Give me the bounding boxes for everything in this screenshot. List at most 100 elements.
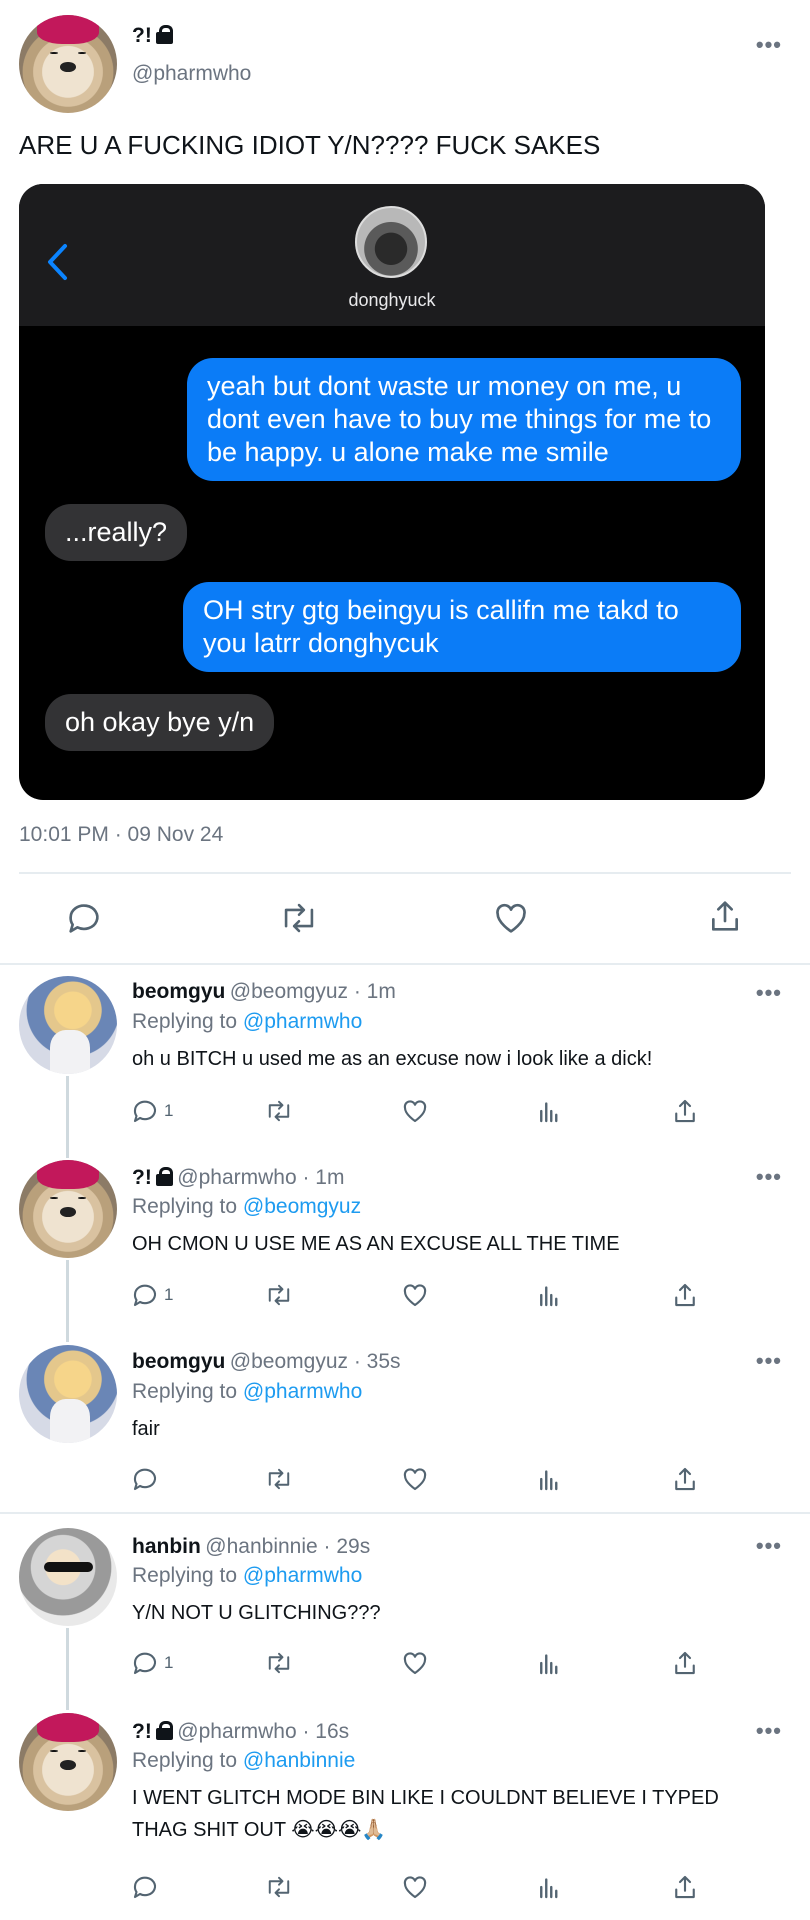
divider xyxy=(0,963,810,965)
reply-header: beomgyu @beomgyuz · 1m xyxy=(132,980,396,1004)
lock-icon xyxy=(155,1721,173,1740)
replying-to: Replying to @hanbinnie xyxy=(132,1749,355,1773)
analytics-icon[interactable] xyxy=(535,1462,565,1496)
replying-to-link[interactable]: @hanbinnie xyxy=(243,1749,355,1772)
thread-line xyxy=(66,1076,69,1158)
avatar[interactable] xyxy=(19,1160,117,1258)
reply-author-handle[interactable]: @pharmwho · 1m xyxy=(177,1166,344,1189)
heart-icon[interactable] xyxy=(400,1278,430,1312)
message-bubble-sent: yeah but dont waste ur money on me, u do… xyxy=(187,358,741,481)
more-options-icon[interactable]: ••• xyxy=(756,32,782,58)
reply-icon[interactable] xyxy=(130,1870,160,1904)
reply-text: OH CMON U USE ME AS AN EXCUSE ALL THE TI… xyxy=(132,1233,620,1255)
retweet-icon[interactable] xyxy=(264,1094,294,1128)
heart-icon[interactable] xyxy=(400,1870,430,1904)
replying-to-link[interactable]: @pharmwho xyxy=(243,1380,362,1403)
thread-line xyxy=(66,1260,69,1342)
divider xyxy=(0,1512,810,1514)
reply-author-name[interactable]: hanbin xyxy=(132,1535,201,1558)
reply-author-handle[interactable]: @hanbinnie · 29s xyxy=(205,1535,370,1558)
reply-icon[interactable]: 1 xyxy=(130,1278,173,1312)
contact-avatar xyxy=(355,206,427,278)
avatar[interactable] xyxy=(19,15,117,113)
more-options-icon[interactable]: ••• xyxy=(756,1348,782,1374)
replying-to: Replying to @beomgyuz xyxy=(132,1195,361,1219)
embedded-dm-screenshot[interactable]: donghyuck yeah but dont waste ur money o… xyxy=(19,184,765,800)
reply-text: fair xyxy=(132,1418,160,1440)
replying-to-link[interactable]: @pharmwho xyxy=(243,1564,362,1587)
heart-icon[interactable] xyxy=(400,1646,430,1680)
heart-icon[interactable] xyxy=(491,898,531,943)
avatar[interactable] xyxy=(19,1345,117,1443)
reply-author-name[interactable]: ?! xyxy=(132,1720,152,1743)
lock-icon xyxy=(155,1167,173,1186)
retweet-icon[interactable] xyxy=(264,1462,294,1496)
reply-icon[interactable] xyxy=(64,898,104,943)
heart-icon[interactable] xyxy=(400,1094,430,1128)
share-icon[interactable] xyxy=(670,1094,700,1128)
reply-actions-row: 1 xyxy=(130,1646,730,1686)
reply-text: I WENT GLITCH MODE BIN LIKE I COULDNT BE… xyxy=(132,1787,719,1841)
replying-to-prefix: Replying to xyxy=(132,1195,238,1218)
divider xyxy=(19,872,791,874)
dm-header: donghyuck xyxy=(19,184,765,326)
reply-author-name[interactable]: beomgyu xyxy=(132,980,225,1003)
replying-to-link[interactable]: @beomgyuz xyxy=(243,1195,361,1218)
analytics-icon[interactable] xyxy=(535,1094,565,1128)
retweet-icon[interactable] xyxy=(264,1278,294,1312)
reply-text: oh u BITCH u used me as an excuse now i … xyxy=(132,1048,653,1070)
share-icon[interactable] xyxy=(670,1646,700,1680)
share-icon[interactable] xyxy=(670,1278,700,1312)
replying-to-prefix: Replying to xyxy=(132,1010,238,1033)
chevron-left-icon[interactable] xyxy=(45,242,69,282)
author-name-row: ?! xyxy=(132,24,173,48)
retweet-icon[interactable] xyxy=(264,1646,294,1680)
reply-author-handle[interactable]: @pharmwho · 16s xyxy=(177,1720,349,1743)
analytics-icon[interactable] xyxy=(535,1646,565,1680)
reply-author-handle[interactable]: @beomgyuz · 1m xyxy=(230,980,396,1003)
reply-actions-row xyxy=(130,1870,730,1910)
more-options-icon[interactable]: ••• xyxy=(756,1533,782,1559)
more-options-icon[interactable]: ••• xyxy=(756,1164,782,1190)
reply-count: 1 xyxy=(164,1653,174,1672)
replying-to-link[interactable]: @pharmwho xyxy=(243,1010,362,1033)
avatar[interactable] xyxy=(19,1713,117,1811)
reply-icon[interactable]: 1 xyxy=(130,1094,173,1128)
retweet-icon[interactable] xyxy=(264,1870,294,1904)
share-icon[interactable] xyxy=(705,896,745,941)
more-options-icon[interactable]: ••• xyxy=(756,980,782,1006)
thread-line xyxy=(66,1628,69,1710)
lock-icon xyxy=(155,25,173,44)
avatar[interactable] xyxy=(19,1528,117,1626)
tweet-text: ARE U A FUCKING IDIOT Y/N???? FUCK SAKES xyxy=(19,130,601,160)
tweet-timestamp[interactable]: 10:01 PM · 09 Nov 24 xyxy=(19,823,223,847)
reply-author-handle[interactable]: @beomgyuz · 35s xyxy=(230,1350,401,1373)
reply-count: 1 xyxy=(164,1101,174,1120)
share-icon[interactable] xyxy=(670,1870,700,1904)
reply-author-name[interactable]: beomgyu xyxy=(132,1350,225,1373)
reply-header: hanbin @hanbinnie · 29s xyxy=(132,1535,370,1559)
replying-to: Replying to @pharmwho xyxy=(132,1010,362,1034)
author-name[interactable]: ?! xyxy=(132,24,152,47)
replying-to-prefix: Replying to xyxy=(132,1380,238,1403)
share-icon[interactable] xyxy=(670,1462,700,1496)
reply-icon[interactable] xyxy=(130,1462,160,1496)
message-bubble-received: oh okay bye y/n xyxy=(45,694,275,751)
reply-actions-row: 1 xyxy=(130,1278,730,1318)
message-bubble-received: ...really? xyxy=(45,504,188,561)
replying-to-prefix: Replying to xyxy=(132,1749,238,1772)
analytics-icon[interactable] xyxy=(535,1278,565,1312)
message-bubble-sent: OH stry gtg beingyu is callifn me takd t… xyxy=(183,582,741,672)
reply-count: 1 xyxy=(164,1285,174,1304)
reply-actions-row: 1 xyxy=(130,1094,730,1134)
analytics-icon[interactable] xyxy=(535,1870,565,1904)
retweet-icon[interactable] xyxy=(278,898,320,943)
avatar[interactable] xyxy=(19,976,117,1074)
reply-header: ?! @pharmwho · 16s xyxy=(132,1720,349,1744)
author-handle[interactable]: @pharmwho xyxy=(132,62,251,86)
reply-icon[interactable]: 1 xyxy=(130,1646,173,1680)
heart-icon[interactable] xyxy=(400,1462,430,1496)
more-options-icon[interactable]: ••• xyxy=(756,1718,782,1744)
replying-to-prefix: Replying to xyxy=(132,1564,238,1587)
reply-author-name[interactable]: ?! xyxy=(132,1166,152,1189)
